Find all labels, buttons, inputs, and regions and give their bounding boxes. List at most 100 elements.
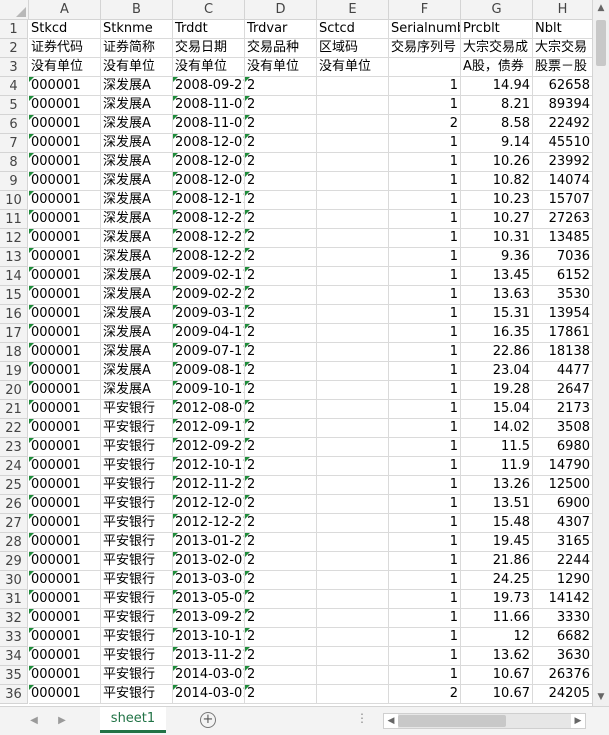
cell[interactable] bbox=[317, 628, 389, 647]
cell[interactable]: 000001 bbox=[29, 552, 101, 571]
column-header-b[interactable]: B bbox=[101, 0, 173, 19]
cell[interactable]: 6980 bbox=[533, 438, 592, 457]
cell[interactable]: 000001 bbox=[29, 324, 101, 343]
cell[interactable]: 深发展A bbox=[101, 305, 173, 324]
cell[interactable]: 2009-02-11 bbox=[173, 267, 245, 286]
cell[interactable]: 深发展A bbox=[101, 134, 173, 153]
cell[interactable]: 10.67 bbox=[461, 666, 533, 685]
cell[interactable] bbox=[317, 457, 389, 476]
row-header[interactable]: 9 bbox=[0, 172, 28, 191]
cell[interactable]: 14.02 bbox=[461, 419, 533, 438]
scroll-left-icon[interactable]: ◀ bbox=[384, 714, 398, 728]
spreadsheet-grid-area[interactable]: ABCDEFGH 1 2 3 4 5 6 7 8 9 10 11 12 13 14 15 16 17 18 19 20… bbox=[0, 0, 592, 706]
cell[interactable]: 2 bbox=[245, 305, 317, 324]
horizontal-scroll-thumb[interactable] bbox=[398, 715, 506, 727]
cell[interactable]: 3165 bbox=[533, 533, 592, 552]
cell[interactable]: 27263 bbox=[533, 210, 592, 229]
cell[interactable]: 4307 bbox=[533, 514, 592, 533]
cell[interactable]: 2 bbox=[245, 286, 317, 305]
sheet-nav-next-icon[interactable]: ▶ bbox=[54, 713, 70, 729]
cell[interactable]: 大宗交易成 bbox=[461, 39, 533, 58]
column-header-g[interactable]: G bbox=[461, 0, 533, 19]
cell[interactable]: 8.58 bbox=[461, 115, 533, 134]
cell[interactable]: 1 bbox=[389, 571, 461, 590]
cell[interactable]: 14.94 bbox=[461, 77, 533, 96]
row-header[interactable]: 22 bbox=[0, 419, 28, 438]
row-header[interactable]: 4 bbox=[0, 77, 28, 96]
cell[interactable]: 2 bbox=[389, 685, 461, 704]
cell[interactable]: 深发展A bbox=[101, 324, 173, 343]
cell[interactable]: 2 bbox=[245, 77, 317, 96]
cell[interactable]: 深发展A bbox=[101, 343, 173, 362]
cell[interactable]: A股，债券 bbox=[461, 58, 533, 77]
cell[interactable]: 22492 bbox=[533, 115, 592, 134]
cell[interactable]: 10.82 bbox=[461, 172, 533, 191]
cell[interactable]: 2 bbox=[245, 153, 317, 172]
cell[interactable]: 10.27 bbox=[461, 210, 533, 229]
cell[interactable]: 2014-03-01 bbox=[173, 685, 245, 704]
cell[interactable]: 000001 bbox=[29, 191, 101, 210]
cell[interactable]: 000001 bbox=[29, 229, 101, 248]
cell[interactable]: 2 bbox=[245, 533, 317, 552]
cell[interactable] bbox=[317, 514, 389, 533]
cell[interactable]: 深发展A bbox=[101, 286, 173, 305]
cell[interactable]: 000001 bbox=[29, 286, 101, 305]
cell[interactable]: 000001 bbox=[29, 210, 101, 229]
cell[interactable]: Sctcd bbox=[317, 20, 389, 39]
cell[interactable]: Serialnumb bbox=[389, 20, 461, 39]
cell[interactable]: 2 bbox=[245, 628, 317, 647]
cell[interactable]: 6152 bbox=[533, 267, 592, 286]
row-header[interactable]: 23 bbox=[0, 438, 28, 457]
cell[interactable]: 000001 bbox=[29, 381, 101, 400]
cell[interactable]: 19.73 bbox=[461, 590, 533, 609]
sheet-nav-prev-icon[interactable]: ◀ bbox=[26, 713, 42, 729]
cell[interactable]: 2 bbox=[245, 324, 317, 343]
cell[interactable]: 000001 bbox=[29, 666, 101, 685]
cell[interactable]: 2 bbox=[245, 571, 317, 590]
cell[interactable]: 2012-10-11 bbox=[173, 457, 245, 476]
row-header[interactable]: 13 bbox=[0, 248, 28, 267]
cell[interactable]: 2009-08-11 bbox=[173, 362, 245, 381]
cell[interactable]: 89394 bbox=[533, 96, 592, 115]
cell[interactable]: 平安银行 bbox=[101, 533, 173, 552]
cell[interactable] bbox=[317, 476, 389, 495]
cell[interactable] bbox=[317, 362, 389, 381]
cell[interactable]: 2008-09-21 bbox=[173, 77, 245, 96]
cell[interactable]: 13.51 bbox=[461, 495, 533, 514]
cell[interactable]: 2008-12-21 bbox=[173, 210, 245, 229]
cell[interactable] bbox=[317, 438, 389, 457]
cell[interactable]: 2 bbox=[245, 191, 317, 210]
cell[interactable]: 1 bbox=[389, 628, 461, 647]
cell[interactable]: 证券简称 bbox=[101, 39, 173, 58]
cell[interactable]: 2 bbox=[245, 514, 317, 533]
cell[interactable]: 2 bbox=[245, 172, 317, 191]
cell[interactable]: 平安银行 bbox=[101, 438, 173, 457]
cell[interactable]: 2 bbox=[245, 134, 317, 153]
cell[interactable] bbox=[317, 400, 389, 419]
cell[interactable]: 8.21 bbox=[461, 96, 533, 115]
cell[interactable]: 2008-12-11 bbox=[173, 191, 245, 210]
cell[interactable]: 深发展A bbox=[101, 248, 173, 267]
cell[interactable] bbox=[317, 571, 389, 590]
cell[interactable]: 1 bbox=[389, 552, 461, 571]
cell[interactable]: 45510 bbox=[533, 134, 592, 153]
cell[interactable]: 2012-12-21 bbox=[173, 514, 245, 533]
cell[interactable]: 深发展A bbox=[101, 153, 173, 172]
cell[interactable] bbox=[317, 153, 389, 172]
cell[interactable] bbox=[389, 58, 461, 77]
cell[interactable]: 1 bbox=[389, 248, 461, 267]
row-header[interactable]: 11 bbox=[0, 210, 28, 229]
cell[interactable]: 13954 bbox=[533, 305, 592, 324]
cell[interactable]: 1 bbox=[389, 647, 461, 666]
cell[interactable]: 000001 bbox=[29, 115, 101, 134]
cell[interactable]: 11.66 bbox=[461, 609, 533, 628]
cell[interactable]: 14074 bbox=[533, 172, 592, 191]
cell[interactable]: 2008-12-01 bbox=[173, 172, 245, 191]
cell[interactable]: 2 bbox=[245, 552, 317, 571]
cell[interactable]: 000001 bbox=[29, 514, 101, 533]
cell[interactable]: 7036 bbox=[533, 248, 592, 267]
cell[interactable]: 2 bbox=[245, 495, 317, 514]
cell[interactable]: 1 bbox=[389, 267, 461, 286]
row-header[interactable]: 2 bbox=[0, 39, 28, 58]
cell[interactable]: 深发展A bbox=[101, 191, 173, 210]
